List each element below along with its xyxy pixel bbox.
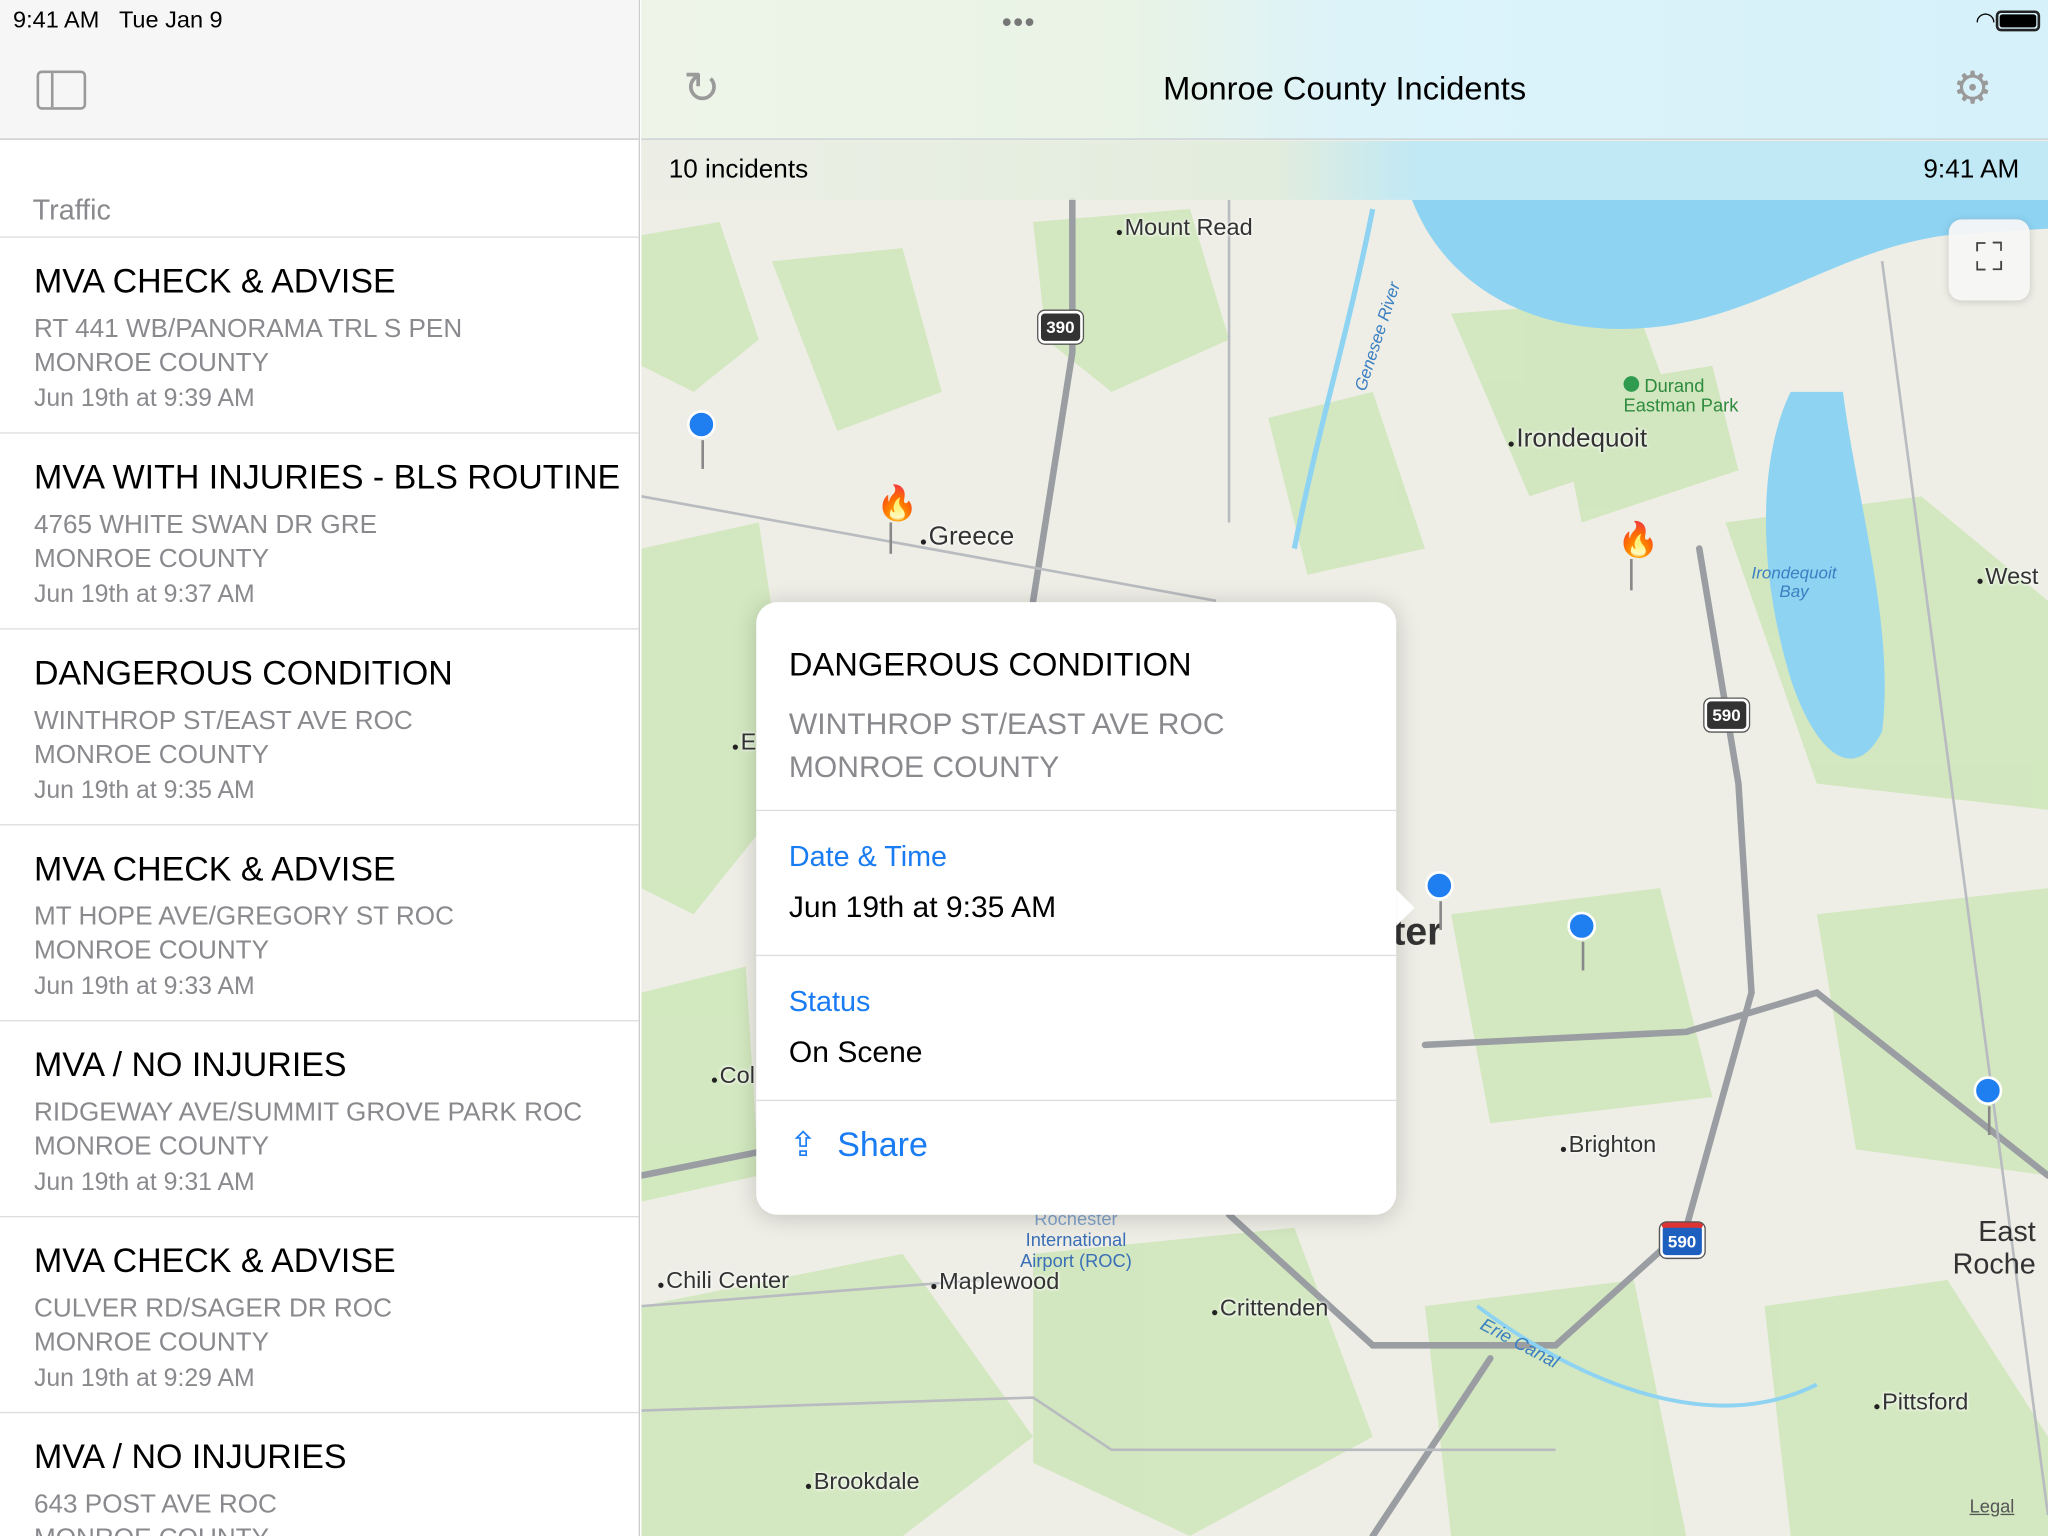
incident-county: MONROE COUNTY <box>33 936 270 966</box>
incident-time: Jun 19th at 9:33 AM <box>33 973 255 1001</box>
page-title: Monroe County Incidents <box>1163 70 1527 108</box>
incident-list: MVA CHECK & ADVISE RT 441 WB/PANORAMA TR… <box>0 236 639 1536</box>
map-label: Greece <box>921 522 1015 552</box>
share-label: Share <box>837 1124 928 1164</box>
date-value: Jun 19th at 9:35 AM <box>788 889 1057 924</box>
incident-county: MONROE COUNTY <box>33 348 270 378</box>
park-name: Eastman Park <box>1623 394 1739 416</box>
map-label: West <box>1977 563 2038 590</box>
map-label: Brighton <box>1561 1131 1657 1158</box>
battery-icon <box>1995 10 2041 32</box>
gear-icon[interactable]: ⚙ <box>1953 63 1993 115</box>
incident-county: MONROE COUNTY <box>33 1132 270 1162</box>
fire-incident-pin[interactable]: 🔥 <box>876 483 919 554</box>
status-value: On Scene <box>788 1034 923 1069</box>
popup-county: MONROE COUNTY <box>788 749 1060 784</box>
incident-title: MVA / NO INJURIES <box>33 1044 347 1085</box>
city-name: East <box>1978 1214 2036 1248</box>
route-shield-390: 390 <box>1038 310 1083 344</box>
incident-address: RT 441 WB/PANORAMA TRL S PEN <box>33 314 463 344</box>
incident-county: MONROE COUNTY <box>33 544 270 574</box>
date: Tue Jan 9 <box>118 6 223 33</box>
water-label: Irondequoit Bay <box>1752 564 1837 601</box>
sidebar-toggle-icon[interactable] <box>36 70 87 110</box>
incident-title: MVA CHECK & ADVISE <box>33 261 396 301</box>
car-incident-pin[interactable] <box>1973 1076 2003 1136</box>
interstate-shield-590: 590 <box>1660 1222 1705 1258</box>
info-bar: 10 incidents 9:41 AM <box>641 141 2048 200</box>
incident-list-item[interactable]: DANGEROUS CONDITION WINTHROP ST/EAST AVE… <box>0 630 639 826</box>
car-incident-pin[interactable] <box>1567 911 1597 971</box>
incident-count: 10 incidents <box>668 155 809 185</box>
incident-list-item[interactable]: MVA CHECK & ADVISE CULVER RD/SAGER DR RO… <box>0 1217 639 1414</box>
ellipsis-icon[interactable]: ••• <box>1002 5 1036 39</box>
map-label: Maplewood <box>931 1268 1059 1295</box>
popup-title: DANGEROUS CONDITION <box>788 646 1192 684</box>
map-label: Chili Center <box>658 1267 789 1294</box>
incident-list-item[interactable]: MVA WITH INJURIES - BLS ROUTINE 4765 WHI… <box>0 434 639 630</box>
incident-address: WINTHROP ST/EAST AVE ROC <box>33 706 413 736</box>
incident-address: CULVER RD/SAGER DR ROC <box>33 1294 392 1324</box>
bay-name: Irondequoit <box>1751 562 1837 583</box>
park-name: Durand <box>1644 374 1705 396</box>
airport-name: International <box>1025 1229 1127 1250</box>
sidebar: 9:41 AM Tue Jan 9 Traffic MVA CHECK & AD… <box>0 0 640 1536</box>
incident-time: Jun 19th at 9:39 AM <box>33 385 255 413</box>
incident-time: Jun 19th at 9:37 AM <box>33 581 255 609</box>
incident-time: Jun 19th at 9:31 AM <box>33 1168 255 1197</box>
wifi-icon: ◠ <box>1975 7 1996 34</box>
share-button[interactable]: ⇪ Share <box>756 1101 1396 1189</box>
map-label: Irondequoit <box>1509 424 1647 454</box>
map-label: Col <box>712 1062 755 1089</box>
car-incident-pin[interactable] <box>1424 871 1454 930</box>
map-label: Crittenden <box>1212 1294 1328 1321</box>
time: 9:41 AM <box>13 6 100 33</box>
map-label: Mount Read <box>1117 214 1253 241</box>
navigation-bar: ••• ↻ Monroe County Incidents ⚙ ◠ <box>641 0 2048 140</box>
incident-popover: DANGEROUS CONDITION WINTHROP ST/EAST AVE… <box>756 602 1415 1215</box>
bay-name: Bay <box>1779 581 1809 601</box>
incident-address: RIDGEWAY AVE/SUMMIT GROVE PARK ROC <box>33 1098 583 1128</box>
share-icon: ⇪ <box>788 1124 818 1164</box>
city-label: East Roche <box>1953 1215 2036 1280</box>
status-label: Status <box>788 984 871 1018</box>
incident-address: 4765 WHITE SWAN DR GRE <box>33 510 377 540</box>
incident-title: MVA / NO INJURIES <box>33 1436 347 1476</box>
incident-list-item[interactable]: MVA / NO INJURIES RIDGEWAY AVE/SUMMIT GR… <box>0 1021 639 1218</box>
car-incident-pin[interactable] <box>687 410 716 469</box>
incident-title: MVA CHECK & ADVISE <box>33 1240 396 1280</box>
incident-title: MVA WITH INJURIES - BLS ROUTINE <box>33 457 621 497</box>
fullscreen-icon: ⛶ <box>1975 236 2003 280</box>
fire-incident-pin[interactable]: 🔥 <box>1617 520 1659 591</box>
popup-address: WINTHROP ST/EAST AVE ROC <box>788 706 1225 741</box>
incident-county: MONROE COUNTY <box>33 740 270 770</box>
incident-address: 643 POST AVE ROC <box>33 1490 277 1520</box>
map-label: E <box>733 729 757 756</box>
incident-title: DANGEROUS CONDITION <box>33 653 453 693</box>
status-bar-time: 9:41 AM Tue Jan 9 <box>13 7 223 34</box>
airport-label: Rochester International Airport (ROC) <box>1020 1208 1132 1271</box>
city-name: Roche <box>1952 1247 2036 1280</box>
map-label: Brookdale <box>806 1468 920 1495</box>
incident-county: MONROE COUNTY <box>34 1522 639 1536</box>
last-updated: 9:41 AM <box>1923 155 2020 185</box>
park-label: Durand Eastman Park <box>1623 374 1739 416</box>
route-shield-590: 590 <box>1704 698 1749 732</box>
incident-list-item[interactable]: MVA / NO INJURIES 643 POST AVE ROC MONRO… <box>0 1413 639 1536</box>
incident-time: Jun 19th at 9:29 AM <box>33 1364 255 1393</box>
incident-time: Jun 19th at 9:35 AM <box>33 777 255 805</box>
incident-county: MONROE COUNTY <box>33 1328 270 1358</box>
section-header: Traffic <box>32 193 111 226</box>
incident-list-item[interactable]: MVA CHECK & ADVISE RT 441 WB/PANORAMA TR… <box>0 238 639 434</box>
incident-address: MT HOPE AVE/GREGORY ST ROC <box>33 902 454 932</box>
map-label: Pittsford <box>1874 1388 1968 1415</box>
date-label: Date & Time <box>788 839 947 873</box>
airport-name: Airport (ROC) <box>1020 1249 1132 1271</box>
incident-title: MVA CHECK & ADVISE <box>33 848 396 889</box>
incident-list-item[interactable]: MVA CHECK & ADVISE MT HOPE AVE/GREGORY S… <box>0 825 639 1022</box>
fullscreen-button[interactable]: ⛶ <box>1948 219 2030 301</box>
legal-link[interactable]: Legal <box>1970 1496 2015 1517</box>
